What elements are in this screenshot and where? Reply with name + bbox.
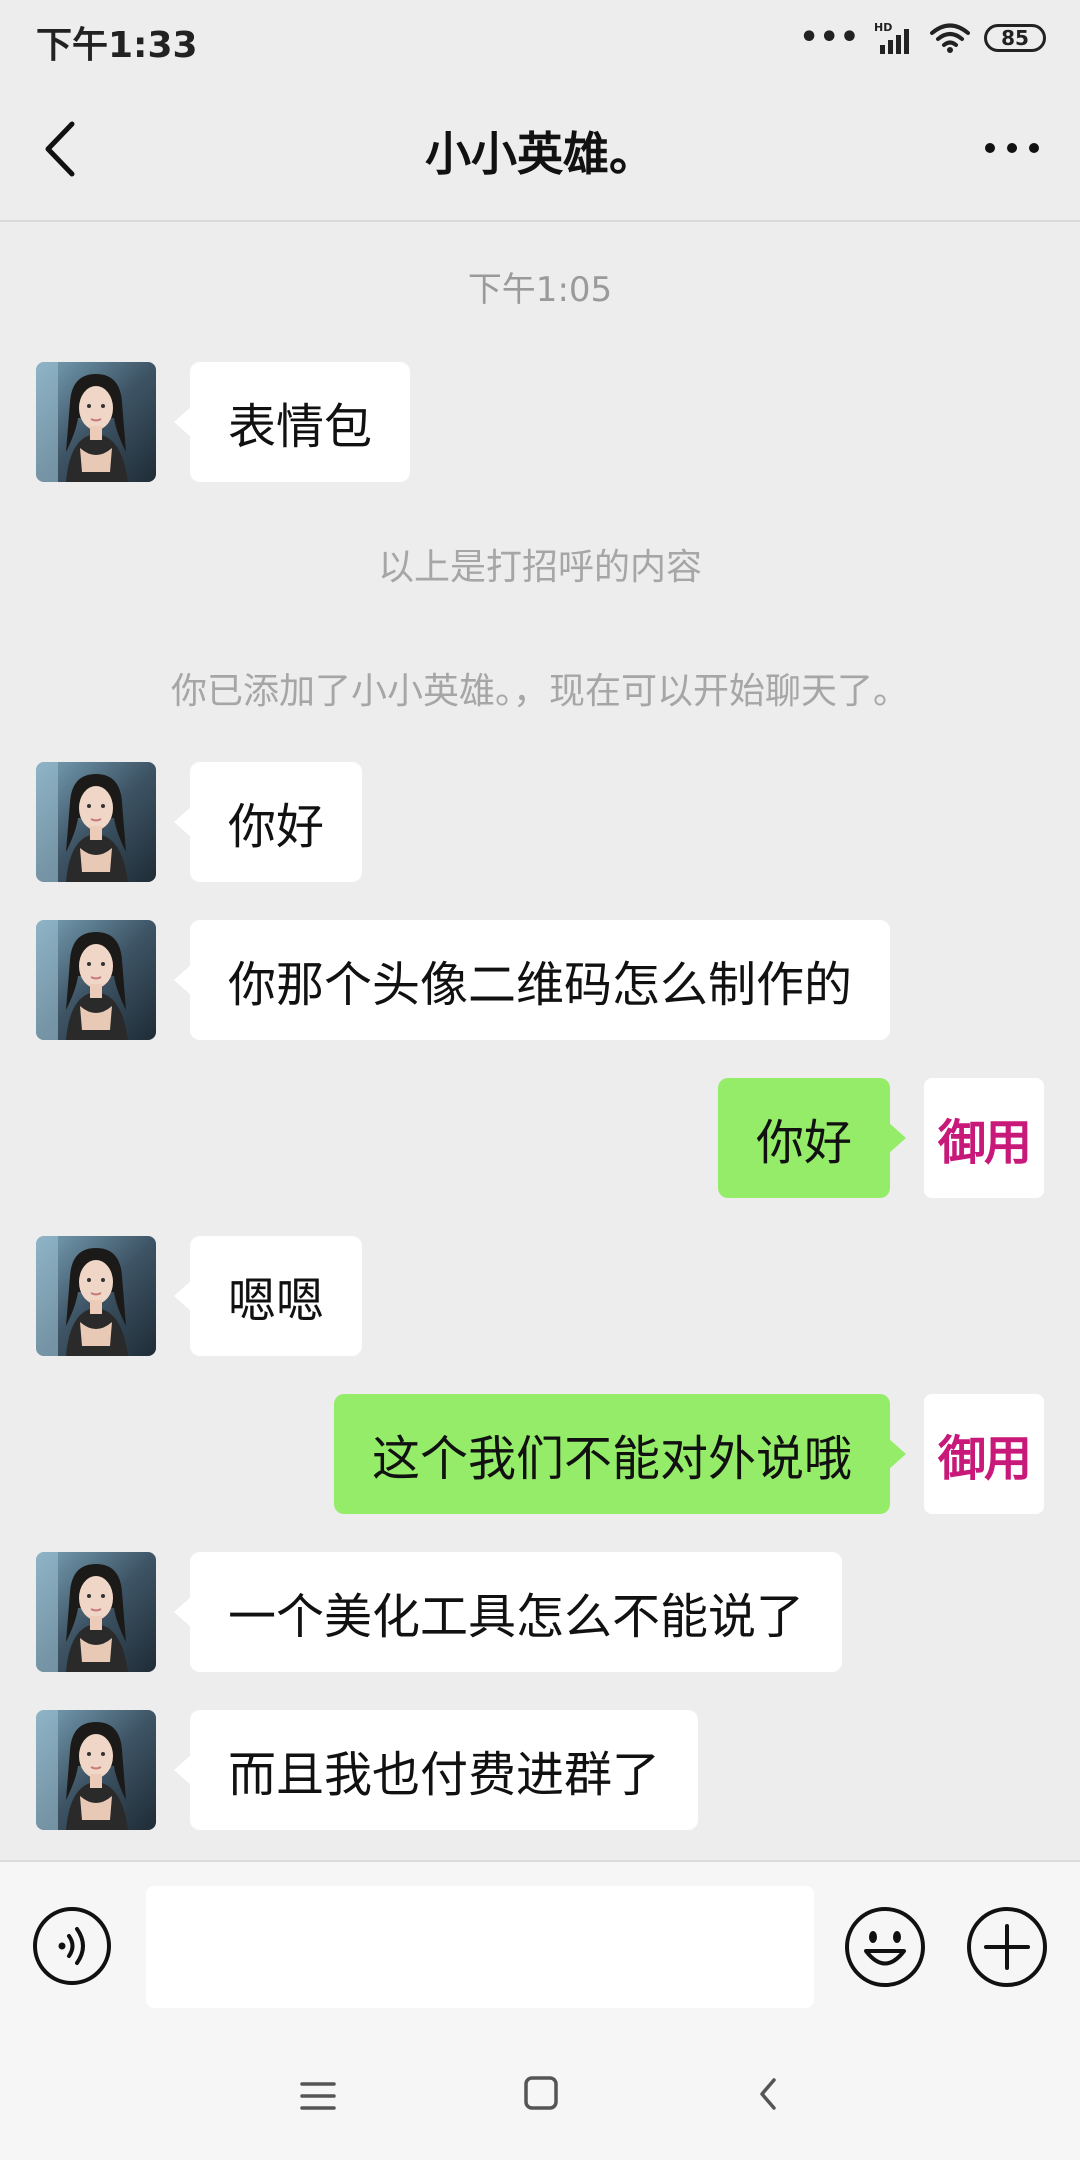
contact-avatar[interactable] [36,1236,156,1356]
incoming-message[interactable]: 嗯嗯 [173,1236,363,1356]
nav-back-button[interactable] [754,2074,782,2114]
voice-icon [33,1907,111,1985]
chat-header: 小小英雄。 [0,78,1080,222]
more-options-button[interactable] [982,130,1042,166]
outgoing-message[interactable]: 这个我们不能对外说哦 [333,1394,907,1514]
contact-avatar[interactable] [36,1710,156,1830]
svg-text:HD: HD [874,21,892,34]
nav-menu-button[interactable] [298,2078,338,2114]
more-dots-icon [985,143,1039,153]
more-functions-button[interactable] [966,1906,1048,1988]
plus-icon [967,1907,1047,1987]
my-avatar[interactable]: 御用 [924,1078,1044,1198]
emoji-button[interactable] [844,1906,926,1988]
incoming-message[interactable]: 你好 [173,762,363,882]
nav-back-icon [760,2078,776,2110]
more-notifications-icon: ••• [799,20,860,55]
incoming-message[interactable]: 你那个头像二维码怎么制作的 [173,920,891,1040]
incoming-message[interactable]: 而且我也付费进群了 [173,1710,699,1830]
nav-home-button[interactable] [522,2074,560,2112]
incoming-message[interactable]: 一个美化工具怎么不能说了 [173,1552,843,1672]
system-nav-bar [0,2030,1080,2160]
wifi-icon [930,22,970,54]
chat-area[interactable]: 下午1:05 表情包 以上是打招呼的内容 你已添加了小小英雄。，现在可以开始聊天… [0,222,1080,1860]
menu-icon [300,2082,336,2110]
signal-icon: HD [874,21,916,55]
message-input-bar [0,1860,1080,2032]
home-square-icon [524,2076,558,2110]
message-timestamp: 下午1:05 [467,270,613,310]
battery-indicator: 85 [984,24,1046,52]
contact-avatar[interactable] [36,920,156,1040]
incoming-message[interactable]: 表情包 [173,362,411,482]
system-note: 以上是打招呼的内容 [377,547,702,588]
voice-input-button[interactable] [32,1906,112,1986]
contact-avatar[interactable] [36,762,156,882]
emoji-icon [845,1907,925,1987]
system-note: 你已添加了小小英雄。，现在可以开始聊天了。 [170,671,909,712]
status-time: 下午1:33 [36,25,198,66]
message-text-field[interactable] [146,1886,814,2008]
my-avatar[interactable]: 御用 [924,1394,1044,1514]
contact-avatar[interactable] [36,1552,156,1672]
contact-avatar[interactable] [36,362,156,482]
status-bar: 下午1:33 ••• HD 85 [0,0,1080,78]
chat-title: 小小英雄。 [425,127,655,181]
status-icons: ••• HD 85 [799,18,1046,58]
outgoing-message[interactable]: 你好 [717,1078,907,1198]
